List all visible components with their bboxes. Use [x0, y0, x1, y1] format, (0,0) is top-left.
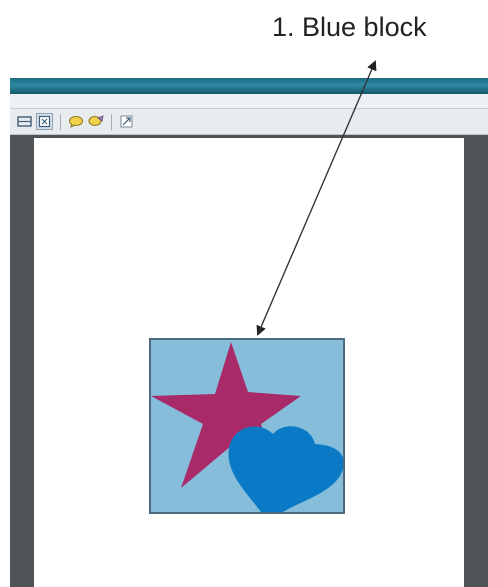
app-window	[10, 78, 488, 587]
toolbar	[10, 109, 488, 135]
menu-strip	[10, 94, 488, 109]
document-page	[34, 138, 464, 587]
callout-label: 1. Blue block	[272, 12, 427, 42]
expand-icon[interactable]	[118, 113, 135, 130]
block-shapes	[151, 342, 343, 512]
toolbar-separator	[111, 113, 112, 130]
blue-block[interactable]	[149, 338, 345, 514]
highlight-icon[interactable]	[87, 113, 104, 130]
fit-page-icon[interactable]	[16, 113, 33, 130]
fit-width-icon[interactable]	[36, 113, 53, 130]
toolbar-separator	[60, 113, 61, 130]
comment-icon[interactable]	[67, 113, 84, 130]
title-bar	[10, 78, 488, 94]
heart-shape[interactable]	[228, 426, 343, 512]
